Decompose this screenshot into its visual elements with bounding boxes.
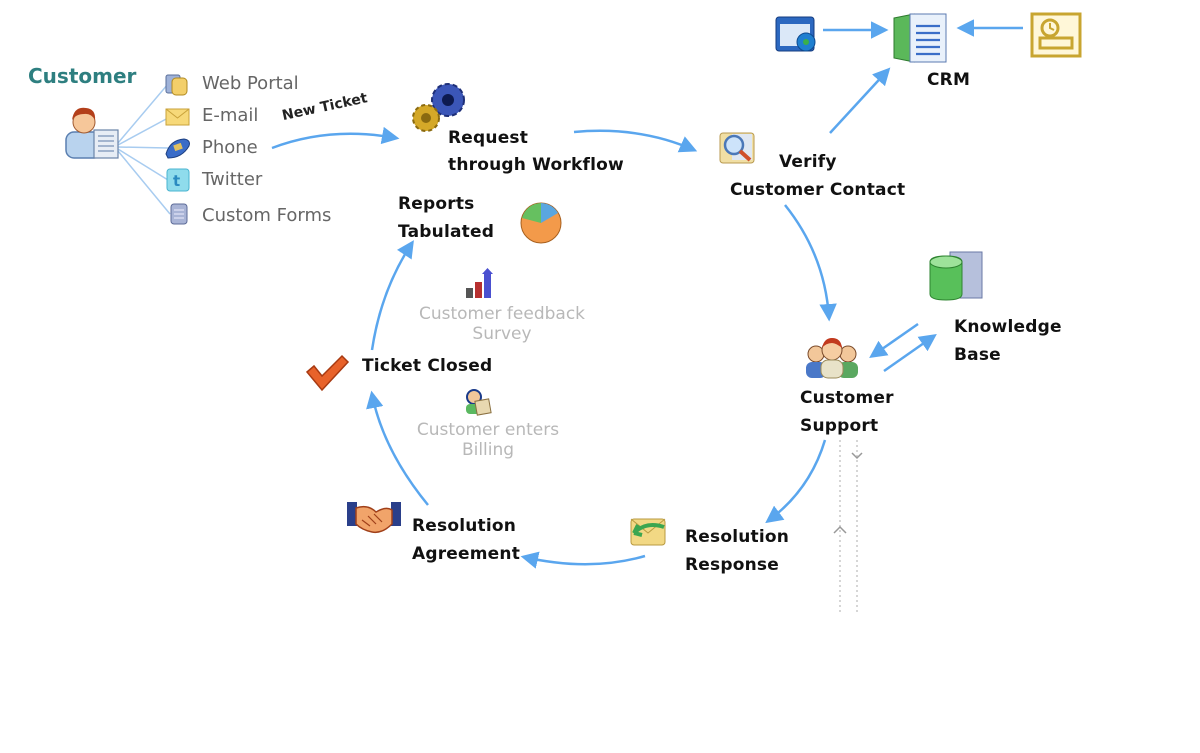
twitter-icon: t xyxy=(166,168,190,192)
web-portal-icon xyxy=(165,74,188,96)
verify-label-line1: Verify xyxy=(779,152,837,172)
ticket-closed-label: Ticket Closed xyxy=(362,356,493,376)
user-billing-icon xyxy=(466,389,492,416)
calendar-icon xyxy=(1030,12,1082,58)
arrow-verify-to-crm xyxy=(829,67,891,134)
crm-document-icon xyxy=(893,13,947,63)
feedback-label-line1: Customer feedback xyxy=(418,304,586,324)
mail-reply-icon xyxy=(630,518,666,546)
request-label-line1: Request xyxy=(448,128,529,148)
resolution-agreement-label-line2: Agreement xyxy=(412,544,521,564)
billing-label-line2: Billing xyxy=(461,440,515,460)
magnifier-icon xyxy=(719,132,755,164)
dotted-lifelines xyxy=(839,440,858,612)
customer-channel-lines xyxy=(117,83,171,215)
arrow-verify-to-support xyxy=(784,204,837,322)
reports-label-line1: Reports xyxy=(398,194,475,214)
resolution-response-label-line1: Resolution xyxy=(685,527,790,547)
svg-text:t: t xyxy=(173,172,180,190)
resolution-response-label-line2: Response xyxy=(685,555,779,575)
crm-label: CRM xyxy=(927,70,971,90)
arrow-support-to-response xyxy=(765,439,827,524)
request-label-line2: through Workflow xyxy=(448,155,624,175)
knowledge-base-label-line2: Base xyxy=(954,345,1001,365)
bar-chart-icon xyxy=(466,268,493,298)
billing-label: Customer enters Billing xyxy=(388,420,588,460)
channel-phone: Phone xyxy=(202,137,258,158)
arrow-new-ticket xyxy=(271,126,400,150)
customer-title: Customer xyxy=(28,64,137,88)
phone-icon xyxy=(165,138,190,159)
envelope-icon xyxy=(165,108,190,126)
channel-custom-forms: Custom Forms xyxy=(202,205,332,226)
arrow-response-to-agreement xyxy=(520,551,646,569)
channel-email: E-mail xyxy=(202,105,259,126)
database-icon xyxy=(929,251,983,301)
handshake-icon xyxy=(347,502,401,534)
feedback-survey-label: Customer feedback Survey xyxy=(402,304,602,344)
resolution-agreement-label-line1: Resolution xyxy=(412,516,517,536)
pie-chart-icon xyxy=(520,202,562,244)
form-icon xyxy=(170,203,188,225)
customer-support-label-line1: Customer xyxy=(800,388,894,408)
reports-label-line2: Tabulated xyxy=(398,222,495,242)
arrow-request-to-verify xyxy=(573,129,698,153)
feedback-label-line2: Survey xyxy=(472,324,532,344)
web-browser-icon xyxy=(775,16,816,52)
checkmark-icon xyxy=(305,354,350,392)
channel-web-portal: Web Portal xyxy=(202,73,299,94)
support-team-icon xyxy=(806,338,858,379)
billing-label-line1: Customer enters xyxy=(416,420,560,440)
verify-label-line2: Customer Contact xyxy=(730,180,906,200)
knowledge-base-label-line1: Knowledge xyxy=(954,317,1062,337)
customer-support-label-line2: Support xyxy=(800,416,879,436)
channel-twitter: Twitter xyxy=(202,169,263,190)
customer-avatar-icon xyxy=(65,107,119,159)
